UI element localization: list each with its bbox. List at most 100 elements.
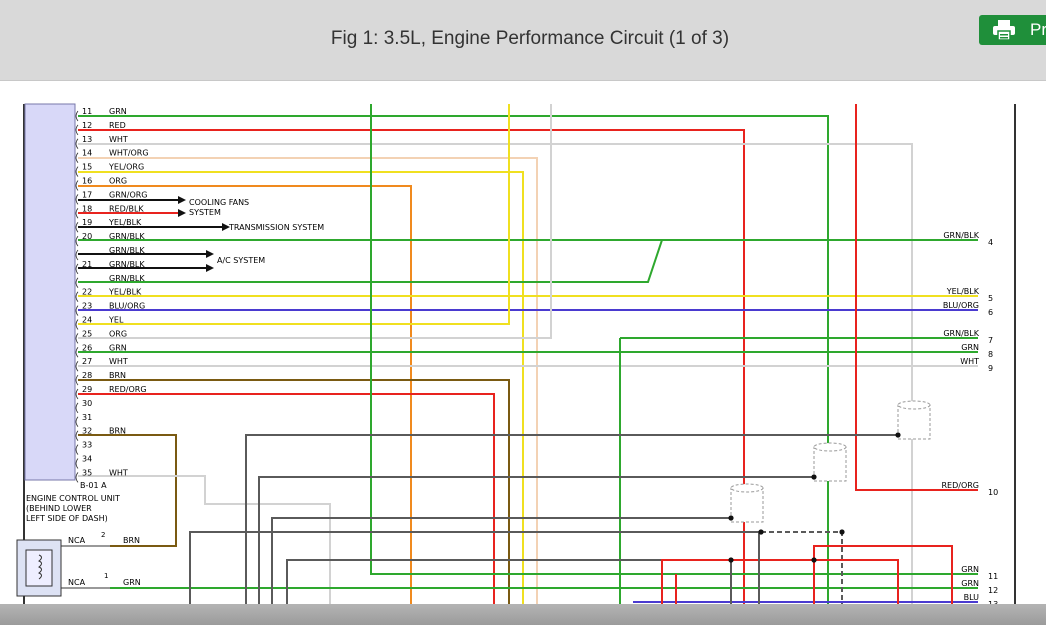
ecu-pin-wire-label: GRN/ORG xyxy=(109,190,148,199)
terminal-wire-label: BLU/ORG xyxy=(943,301,979,310)
printer-icon xyxy=(993,20,1015,50)
ecu-label-line-1: ENGINE CONTROL UNIT xyxy=(26,494,120,503)
terminal-number: 8 xyxy=(988,350,993,359)
wire-brn-32 xyxy=(78,434,177,547)
ecu-pin-bracket xyxy=(75,472,79,483)
ecu-pin-bracket xyxy=(75,152,79,163)
ecu-pin-number: 12 xyxy=(82,121,92,130)
ac-system-label: A/C SYSTEM xyxy=(217,256,265,265)
splice-dot-2 xyxy=(728,515,734,521)
ecu-pin-bracket xyxy=(75,235,79,247)
terminal-number: 9 xyxy=(988,364,993,373)
sensor-nca-bottom: NCA xyxy=(68,578,86,587)
arrow-cooling-fans-2 xyxy=(178,209,186,217)
ecu-pin-number: 15 xyxy=(82,163,92,172)
terminal-number: 10 xyxy=(988,488,998,497)
terminal-wire-label: WHT xyxy=(960,357,979,366)
ecu-pin-number: 16 xyxy=(82,177,92,186)
ecu-body xyxy=(24,103,76,481)
ecu-pin-number: 13 xyxy=(82,135,92,144)
ecu-pin-number: 35 xyxy=(82,468,92,477)
ecu-pin-bracket xyxy=(75,319,79,330)
ecu-pin-wire-label: YEL/ORG xyxy=(108,163,144,172)
ecu-pin-bracket xyxy=(75,263,79,275)
splice-dot-3 xyxy=(758,529,764,535)
terminal-wire-label: GRN xyxy=(961,343,979,352)
ecu-pin-number: 31 xyxy=(82,413,92,422)
print-button-label: Pr xyxy=(1030,20,1046,39)
terminal-wire-label: YEL/BLK xyxy=(946,287,980,296)
ecu-pin-bracket xyxy=(75,360,79,372)
cooling-fans-label-1: COOLING FANS xyxy=(189,198,249,207)
ecu-pin-wire-label: BRN xyxy=(109,427,126,436)
splice-dot-1 xyxy=(811,474,817,480)
ecu-pin-number: 32 xyxy=(82,427,92,436)
ecu-pin-wire-label: GRN xyxy=(109,343,127,352)
ecu-pin-bracket xyxy=(75,402,79,414)
wire-shield-5 xyxy=(286,559,814,604)
ecu-pin-number: 27 xyxy=(82,357,92,366)
ecu-pin-wire-label: BLU/ORG xyxy=(109,302,145,311)
figure-header: Fig 1: 3.5L, Engine Performance Circuit … xyxy=(0,0,1046,81)
ecu-pin-wire-label: RED/BLK xyxy=(109,204,144,213)
terminal-number: 6 xyxy=(988,308,993,317)
ecu-pin-wire-label: WHT/ORG xyxy=(109,149,149,158)
ecu-pin-number: 20 xyxy=(82,232,92,241)
ecu-pin-wire-label: GRN/BLK xyxy=(109,246,145,255)
bottom-scroll-bar[interactable] xyxy=(0,604,1046,625)
ecu-pin-bracket xyxy=(75,444,79,455)
ecu-pin-wire-label: ORG xyxy=(109,329,127,338)
ecu-pin-number: 30 xyxy=(82,399,92,408)
terminal-number: 12 xyxy=(988,586,998,595)
wiring-diagram: 11 GRN12 RED13 WHT14 WHT/ORG15 YEL/ORG16 ORG17… xyxy=(16,103,1016,609)
sensor-wire-top: BRN xyxy=(123,536,140,545)
ecu-pin-bracket xyxy=(75,291,79,302)
ecu-pin-number: 33 xyxy=(82,441,92,450)
wire-org-25 xyxy=(78,104,552,339)
terminal-wire-label: GRN xyxy=(961,579,979,588)
ecu-pin-bracket xyxy=(75,208,79,219)
ecu-pin-bracket xyxy=(75,277,79,289)
ecu-pin-bracket xyxy=(75,374,79,386)
print-button[interactable]: Pr xyxy=(979,15,1046,45)
ecu-pin-bracket xyxy=(75,305,79,316)
terminal-wire-label: BLU xyxy=(964,593,980,602)
ecu-pin-bracket xyxy=(75,166,79,177)
terminal-wire-label: GRN/BLK xyxy=(943,231,979,240)
ecu-pin-wire-label: WHT xyxy=(109,468,128,477)
shield-cylinder-1-top xyxy=(897,400,931,410)
ecu-pin-number: 21 xyxy=(82,260,92,269)
transmission-system-label: TRANSMISSION SYSTEM xyxy=(228,223,324,232)
ecu-pin-number: 23 xyxy=(82,302,92,311)
ecu-pin-number: 22 xyxy=(82,288,92,297)
wire-red-loop-1 xyxy=(661,559,899,604)
ecu-pin-number: 14 xyxy=(82,149,92,158)
ecu-pin-wire-label: GRN/BLK xyxy=(109,232,145,241)
ecu-pin-wire-label: YEL xyxy=(108,316,124,325)
shield-cylinder-1-body xyxy=(897,404,931,440)
ecu-pin-bracket xyxy=(75,124,79,136)
ecu-pin-bracket xyxy=(75,416,79,428)
ecu-pin-number: 19 xyxy=(82,218,92,227)
ecu-pin-number: 25 xyxy=(82,329,92,338)
ecu-pin-number: 34 xyxy=(82,455,92,464)
shield-cylinder-2-body xyxy=(813,446,847,482)
ecu-pin-number: 28 xyxy=(82,371,92,380)
sensor-pin-bottom: 1 xyxy=(104,572,108,580)
ecu-pin-wire-label: YEL/BLK xyxy=(108,218,142,227)
ecu-pin-wire-label: GRN xyxy=(109,107,127,116)
sensor-nca-top: NCA xyxy=(68,536,86,545)
ecu-pin-number: 18 xyxy=(82,204,92,213)
shield-cylinder-2-top xyxy=(813,442,847,452)
ecu-pin-bracket xyxy=(75,333,79,344)
sensor-pin-top: 2 xyxy=(101,531,105,539)
ecu-pin-wire-label: RED/ORG xyxy=(109,385,147,394)
ecu-label-line-3: LEFT SIDE OF DASH) xyxy=(26,514,108,523)
splice-dot-6 xyxy=(811,557,817,563)
arrow-ac-2 xyxy=(206,264,214,272)
shield-cylinder-3-top xyxy=(730,483,764,493)
ecu-pin-bracket xyxy=(75,221,79,233)
ecu-pin-bracket xyxy=(75,458,79,469)
ecu-pin-number: 26 xyxy=(82,343,92,352)
terminal-wire-label: GRN xyxy=(961,565,979,574)
